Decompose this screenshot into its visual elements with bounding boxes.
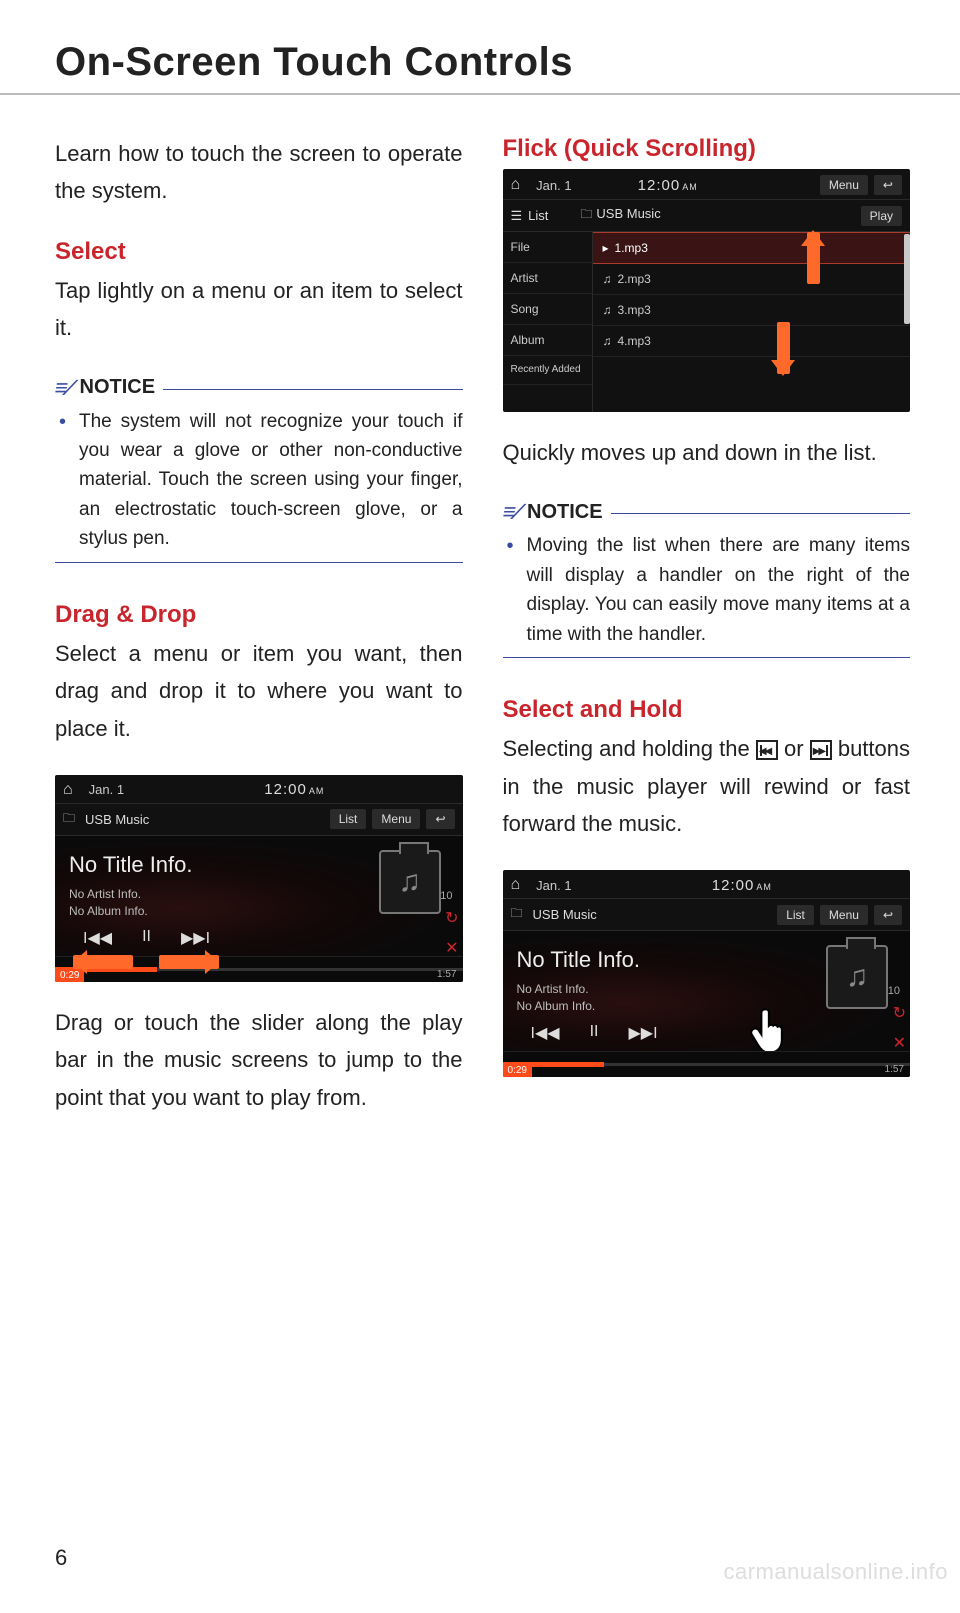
ss-date: Jan. 1 [536,178,571,193]
title-rule [0,93,960,95]
watermark: carmanualsonline.info [723,1559,948,1585]
ss-time: 12:00AM [712,877,772,894]
list-button[interactable]: List [330,809,367,829]
flick-screenshot: ⌂ Jan. 1 12:00AM Menu ↩ ☰ List USB Music… [503,169,911,412]
left-column: Learn how to touch the screen to operate… [55,135,463,1144]
list-item[interactable]: ♫ 2.mp3 [593,264,911,295]
home-icon[interactable]: ⌂ [63,781,73,799]
page-number: 6 [55,1545,67,1571]
drag-heading: Drag & Drop [55,601,463,629]
back-button[interactable]: ↩ [874,175,902,195]
list-item[interactable]: ♫ 4.mp3 [593,326,911,357]
time-total: 1:57 [437,969,456,980]
filter-album[interactable]: Album [503,325,592,356]
select-notice: ≡∕ NOTICE The system will not recognize … [55,375,463,563]
progress-bar[interactable]: 0:29 1:57 [503,1051,911,1077]
time-total: 1:57 [885,1064,904,1075]
content-columns: Learn how to touch the screen to operate… [55,135,910,1144]
list-item[interactable]: ▸ 1.mp3 [593,232,911,264]
notice-icon: ≡∕ [53,375,74,401]
time-elapsed: 0:29 [503,1064,532,1077]
filter-artist[interactable]: Artist [503,263,592,294]
prev-button[interactable]: I◀◀ [83,928,112,948]
notice-label: NOTICE [527,501,603,524]
scroll-handle[interactable] [904,234,910,324]
play-button[interactable]: Play [861,206,902,226]
flick-heading: Flick (Quick Scrolling) [503,135,911,163]
back-button[interactable]: ↩ [426,809,454,829]
intro-text: Learn how to touch the screen to operate… [55,135,463,210]
arrow-up-icon [807,232,820,284]
home-icon[interactable]: ⌂ [511,176,521,194]
next-button[interactable]: ▶▶I [181,928,210,948]
home-icon[interactable]: ⌂ [511,876,521,894]
ss-date: Jan. 1 [536,878,571,893]
shuffle-icon[interactable]: ✕ [893,1033,906,1053]
flick-notice-item: Moving the list when there are many item… [503,531,911,649]
prev-button[interactable]: I◀◀ [531,1023,560,1043]
usb-music-header: USB Music [580,205,660,226]
ss-time: 12:00AM [264,781,324,798]
notice-icon: ≡∕ [500,499,521,525]
filter-recent[interactable]: Recently Added [503,356,592,385]
hold-heading: Select and Hold [503,696,911,724]
fastforward-icon [810,740,832,760]
pause-button[interactable]: II [142,928,151,948]
repeat-icon[interactable]: ↻ [893,1003,906,1023]
arrow-right-icon [159,955,219,969]
flick-body: Quickly moves up and down in the list. [503,434,911,471]
progress-bar[interactable]: 0:29 1:57 [55,956,463,982]
next-button[interactable]: ▶▶I [628,1023,657,1043]
select-notice-item: The system will not recognize your touch… [55,407,463,554]
drag-body-2: Drag or touch the slider along the play … [55,1004,463,1116]
right-column: Flick (Quick Scrolling) ⌂ Jan. 1 12:00AM… [503,135,911,1144]
usb-art-icon [826,945,888,1009]
pause-button[interactable]: II [590,1023,599,1043]
arrow-down-icon [777,322,790,374]
page-title: On-Screen Touch Controls [55,40,910,85]
menu-button[interactable]: Menu [820,175,868,195]
flick-notice: ≡∕ NOTICE Moving the list when there are… [503,499,911,658]
ss-time: 12:00AM [638,177,698,194]
drag-screenshot: ⌂ Jan. 1 12:00AM USB Music List Menu ↩ ♫… [55,775,463,982]
back-button[interactable]: ↩ [874,905,902,925]
select-heading: Select [55,238,463,266]
usb-music-label: USB Music [63,809,149,830]
menu-button[interactable]: Menu [820,905,868,925]
drag-body-1: Select a menu or item you want, then dra… [55,635,463,747]
filter-file[interactable]: File [503,232,592,263]
repeat-icon[interactable]: ↻ [445,908,458,928]
select-body: Tap lightly on a menu or an item to sele… [55,272,463,347]
hold-body: Selecting and holding the or buttons in … [503,730,911,842]
usb-art-icon [379,850,441,914]
menu-button[interactable]: Menu [372,809,420,829]
arrow-left-icon [73,955,133,969]
list-button[interactable]: List [777,905,814,925]
list-label: ☰ List [511,208,549,224]
hand-pointer-icon [748,1005,792,1057]
drag-arrows-overlay [73,955,219,969]
rewind-icon [756,740,778,760]
filter-song[interactable]: Song [503,294,592,325]
shuffle-icon[interactable]: ✕ [445,938,458,958]
ss-date: Jan. 1 [89,782,124,797]
usb-music-label: USB Music [511,904,597,925]
list-item[interactable]: ♫ 3.mp3 [593,295,911,326]
hold-screenshot: ⌂ Jan. 1 12:00AM USB Music List Menu ↩ ♫… [503,870,911,1077]
notice-label: NOTICE [80,376,156,399]
